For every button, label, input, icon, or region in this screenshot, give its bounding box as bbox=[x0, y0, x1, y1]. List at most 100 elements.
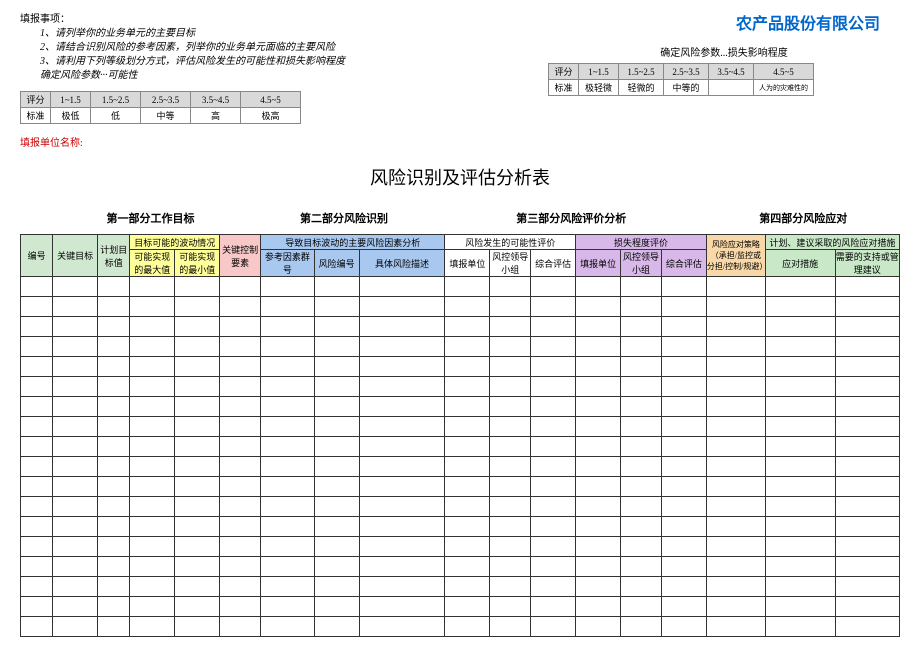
cell[interactable] bbox=[490, 397, 531, 417]
cell[interactable] bbox=[53, 277, 98, 297]
cell[interactable] bbox=[531, 477, 576, 497]
cell[interactable] bbox=[765, 417, 835, 437]
cell[interactable] bbox=[490, 417, 531, 437]
cell[interactable] bbox=[661, 597, 706, 617]
cell[interactable] bbox=[314, 337, 359, 357]
cell[interactable] bbox=[21, 317, 53, 337]
cell[interactable] bbox=[175, 357, 220, 377]
cell[interactable] bbox=[53, 597, 98, 617]
cell[interactable] bbox=[53, 577, 98, 597]
cell[interactable] bbox=[98, 277, 130, 297]
cell[interactable] bbox=[490, 617, 531, 637]
cell[interactable] bbox=[531, 557, 576, 577]
cell[interactable] bbox=[661, 617, 706, 637]
cell[interactable] bbox=[220, 397, 261, 417]
cell[interactable] bbox=[531, 337, 576, 357]
cell[interactable] bbox=[835, 377, 900, 397]
cell[interactable] bbox=[261, 577, 315, 597]
cell[interactable] bbox=[765, 297, 835, 317]
cell[interactable] bbox=[621, 537, 662, 557]
cell[interactable] bbox=[490, 497, 531, 517]
cell[interactable] bbox=[98, 557, 130, 577]
cell[interactable] bbox=[98, 457, 130, 477]
cell[interactable] bbox=[359, 437, 445, 457]
cell[interactable] bbox=[314, 357, 359, 377]
cell[interactable] bbox=[661, 557, 706, 577]
cell[interactable] bbox=[130, 297, 175, 317]
cell[interactable] bbox=[220, 597, 261, 617]
cell[interactable] bbox=[621, 557, 662, 577]
cell[interactable] bbox=[314, 377, 359, 397]
cell[interactable] bbox=[359, 277, 445, 297]
cell[interactable] bbox=[261, 397, 315, 417]
cell[interactable] bbox=[490, 537, 531, 557]
cell[interactable] bbox=[576, 617, 621, 637]
cell[interactable] bbox=[765, 437, 835, 457]
cell[interactable] bbox=[765, 337, 835, 357]
cell[interactable] bbox=[835, 357, 900, 377]
cell[interactable] bbox=[706, 457, 765, 477]
cell[interactable] bbox=[706, 577, 765, 597]
cell[interactable] bbox=[314, 517, 359, 537]
cell[interactable] bbox=[21, 497, 53, 517]
cell[interactable] bbox=[621, 617, 662, 637]
cell[interactable] bbox=[98, 297, 130, 317]
cell[interactable] bbox=[261, 277, 315, 297]
cell[interactable] bbox=[175, 537, 220, 557]
cell[interactable] bbox=[220, 577, 261, 597]
cell[interactable] bbox=[445, 517, 490, 537]
cell[interactable] bbox=[175, 297, 220, 317]
cell[interactable] bbox=[314, 557, 359, 577]
cell[interactable] bbox=[261, 457, 315, 477]
cell[interactable] bbox=[175, 477, 220, 497]
cell[interactable] bbox=[359, 337, 445, 357]
cell[interactable] bbox=[130, 417, 175, 437]
cell[interactable] bbox=[445, 277, 490, 297]
cell[interactable] bbox=[661, 377, 706, 397]
cell[interactable] bbox=[576, 317, 621, 337]
cell[interactable] bbox=[359, 377, 445, 397]
cell[interactable] bbox=[359, 297, 445, 317]
cell[interactable] bbox=[621, 297, 662, 317]
cell[interactable] bbox=[261, 497, 315, 517]
cell[interactable] bbox=[220, 377, 261, 397]
cell[interactable] bbox=[314, 317, 359, 337]
cell[interactable] bbox=[53, 337, 98, 357]
cell[interactable] bbox=[835, 517, 900, 537]
cell[interactable] bbox=[314, 497, 359, 517]
cell[interactable] bbox=[220, 437, 261, 457]
cell[interactable] bbox=[261, 297, 315, 317]
cell[interactable] bbox=[314, 297, 359, 317]
cell[interactable] bbox=[661, 337, 706, 357]
cell[interactable] bbox=[175, 417, 220, 437]
cell[interactable] bbox=[445, 417, 490, 437]
cell[interactable] bbox=[706, 537, 765, 557]
cell[interactable] bbox=[98, 497, 130, 517]
cell[interactable] bbox=[531, 417, 576, 437]
cell[interactable] bbox=[576, 597, 621, 617]
cell[interactable] bbox=[576, 297, 621, 317]
cell[interactable] bbox=[765, 357, 835, 377]
cell[interactable] bbox=[576, 577, 621, 597]
cell[interactable] bbox=[53, 377, 98, 397]
cell[interactable] bbox=[445, 317, 490, 337]
cell[interactable] bbox=[706, 477, 765, 497]
cell[interactable] bbox=[220, 497, 261, 517]
cell[interactable] bbox=[314, 537, 359, 557]
cell[interactable] bbox=[576, 337, 621, 357]
cell[interactable] bbox=[661, 297, 706, 317]
cell[interactable] bbox=[490, 297, 531, 317]
cell[interactable] bbox=[445, 477, 490, 497]
cell[interactable] bbox=[261, 437, 315, 457]
cell[interactable] bbox=[53, 557, 98, 577]
cell[interactable] bbox=[130, 357, 175, 377]
cell[interactable] bbox=[220, 297, 261, 317]
cell[interactable] bbox=[706, 377, 765, 397]
cell[interactable] bbox=[359, 557, 445, 577]
cell[interactable] bbox=[621, 337, 662, 357]
cell[interactable] bbox=[765, 577, 835, 597]
cell[interactable] bbox=[175, 617, 220, 637]
cell[interactable] bbox=[445, 397, 490, 417]
cell[interactable] bbox=[835, 557, 900, 577]
cell[interactable] bbox=[314, 617, 359, 637]
